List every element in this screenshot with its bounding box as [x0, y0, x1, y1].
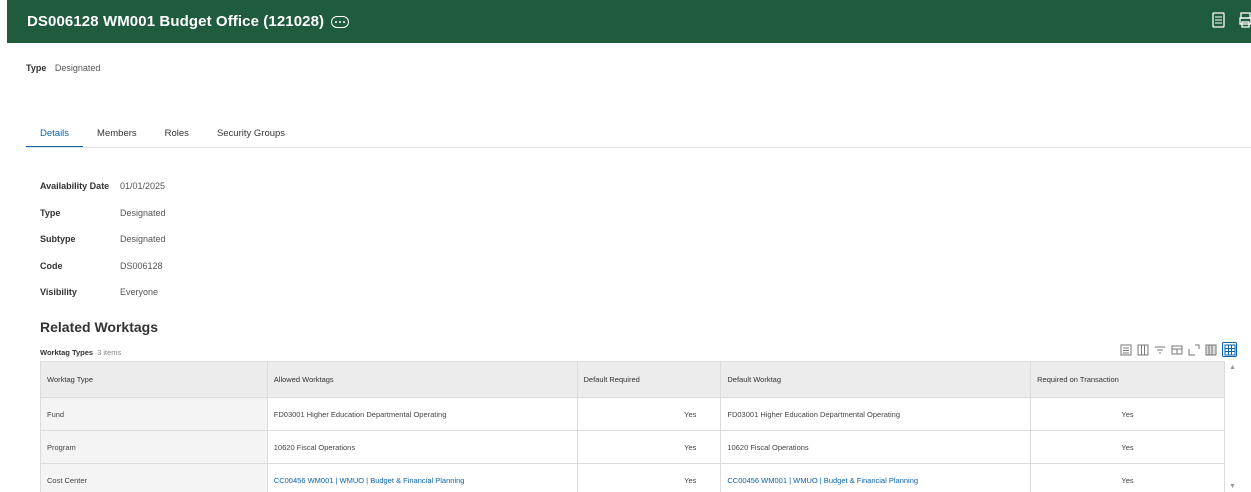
default-worktag-link[interactable]: CC00456 WM001 | WMUO | Budget & Financia… [727, 476, 918, 485]
table-row: Program 10620 Fiscal Operations Yes 1062… [40, 430, 1225, 464]
field-subtype: Subtype Designated [40, 234, 166, 261]
grid-view-icon[interactable] [1222, 342, 1237, 357]
cell-default-required: Yes [577, 397, 722, 431]
cell-required-on-transaction: Yes [1030, 463, 1225, 492]
column-header-default-required[interactable]: Default Required [576, 361, 722, 398]
grid-toolbar [1120, 342, 1237, 357]
column-header-worktag-type[interactable]: Worktag Type [40, 361, 268, 398]
related-actions-icon[interactable] [331, 15, 350, 28]
cell-default-worktag-link[interactable]: CC00456 WM001 | WMUO | Budget & Financia… [720, 463, 1032, 492]
column-header-required-on-transaction[interactable]: Required on Transaction [1030, 361, 1225, 398]
tab-roles[interactable]: Roles [151, 124, 203, 148]
cell-required-on-transaction: Yes [1030, 430, 1225, 464]
page-header: DS006128 WM001 Budget Office (121028) [7, 0, 1251, 43]
field-label: Code [40, 260, 63, 271]
field-value: Designated [120, 207, 166, 218]
export-excel-icon[interactable] [1212, 12, 1225, 28]
cell-worktag-type: Cost Center [40, 463, 268, 492]
cell-allowed-worktags: FD03001 Higher Education Departmental Op… [267, 397, 578, 431]
field-value: Designated [120, 234, 166, 245]
field-label: Subtype [40, 234, 76, 245]
tab-security-groups[interactable]: Security Groups [203, 124, 299, 148]
cell-worktag-type: Fund [40, 397, 268, 431]
view-icon[interactable] [1171, 344, 1183, 356]
summary-type: Type Designated [26, 63, 100, 73]
field-type: Type Designated [40, 208, 166, 235]
tab-members[interactable]: Members [83, 124, 151, 148]
field-label: Availability Date [40, 181, 110, 191]
summary-type-label: Type [26, 63, 47, 73]
cell-worktag-type: Program [40, 430, 268, 464]
field-code: Code DS006128 [40, 261, 166, 288]
cell-allowed-worktags: 10620 Fiscal Operations [267, 430, 578, 464]
cell-allowed-worktags-link[interactable]: CC00456 WM001 | WMUO | Budget & Financia… [267, 463, 578, 492]
export-excel-icon[interactable] [1120, 344, 1132, 356]
print-icon[interactable] [1239, 12, 1251, 28]
filter-icon[interactable] [1154, 344, 1166, 356]
tab-details[interactable]: Details [26, 124, 84, 148]
related-worktags-title: Related Worktags [40, 319, 158, 335]
details-fields: Availability Date 01/01/2025 Type Design… [40, 181, 166, 314]
columns-icon[interactable] [1137, 344, 1149, 356]
table-view-icon[interactable] [1205, 344, 1217, 356]
grid-header-row: Worktag Type Allowed Worktags Default Re… [40, 361, 1225, 398]
fullscreen-icon[interactable] [1188, 344, 1200, 356]
cell-default-required: Yes [577, 463, 722, 492]
column-header-default-worktag[interactable]: Default Worktag [720, 361, 1032, 398]
cell-required-on-transaction: Yes [1030, 397, 1225, 431]
table-row: Cost Center CC00456 WM001 | WMUO | Budge… [40, 463, 1225, 492]
column-header-allowed-worktags[interactable]: Allowed Worktags [266, 361, 578, 398]
grid-scrollbar[interactable]: ▲ ▼ [1226, 361, 1242, 492]
grid-item-count: 3 items [97, 348, 122, 357]
worktag-types-grid: Worktag Type Allowed Worktags Default Re… [40, 361, 1225, 492]
grid-title-label: Worktag Types [40, 348, 94, 357]
allowed-worktag-link[interactable]: CC00456 WM001 | WMUO | Budget & Financia… [274, 476, 465, 485]
grid-title: Worktag Types 3 items [40, 348, 121, 357]
field-visibility: Visibility Everyone [40, 287, 166, 314]
field-label: Visibility [40, 287, 77, 298]
cell-default-required: Yes [577, 430, 722, 464]
cell-default-worktag: FD03001 Higher Education Departmental Op… [720, 397, 1032, 431]
table-row: Fund FD03001 Higher Education Department… [40, 397, 1225, 431]
cell-default-worktag: 10620 Fiscal Operations [720, 430, 1032, 464]
tab-divider [26, 147, 1251, 148]
field-value: DS006128 [120, 260, 163, 271]
page-title: DS006128 WM001 Budget Office (121028) [27, 13, 325, 30]
scroll-up-icon[interactable]: ▲ [1229, 364, 1236, 371]
field-value: 01/01/2025 [120, 181, 166, 191]
field-value: Everyone [120, 287, 159, 298]
field-label: Type [40, 207, 61, 218]
summary-type-value: Designated [54, 63, 101, 73]
scroll-down-icon[interactable]: ▼ [1229, 483, 1236, 490]
field-availability-date: Availability Date 01/01/2025 [40, 181, 166, 208]
